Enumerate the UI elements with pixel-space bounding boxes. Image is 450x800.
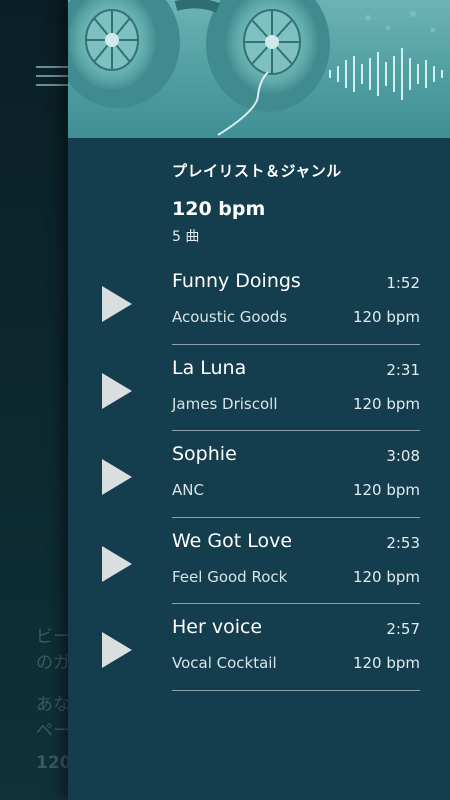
track-title: We Got Love: [172, 529, 293, 552]
play-icon[interactable]: [102, 632, 132, 668]
track-artist: James Driscoll: [172, 394, 278, 413]
track-bpm: 120 bpm: [352, 481, 420, 499]
track-bpm: 120 bpm: [352, 394, 420, 413]
track-bpm: 120 bpm: [352, 308, 420, 326]
track-artist: Feel Good Rock: [172, 567, 288, 586]
track-duration: 1:52: [386, 274, 420, 292]
background-text-line: あな: [36, 695, 70, 715]
track-item[interactable]: Her voice 2:57 Vocal Cocktail 120 bpm: [68, 604, 450, 691]
play-icon[interactable]: [102, 286, 132, 322]
background-panel: [0, 0, 68, 800]
track-title: Funny Doings: [172, 270, 301, 292]
track-artist: Acoustic Goods: [172, 308, 288, 326]
track-title: Sophie: [172, 443, 237, 465]
play-icon[interactable]: [102, 372, 132, 409]
track-item[interactable]: Sophie 3:08 ANC 120 bpm: [68, 431, 450, 518]
background-text-line: ビー: [36, 627, 70, 647]
divider: [172, 689, 420, 691]
section-title: プレイリスト＆ジャンル: [172, 162, 342, 180]
app-screen: ビー のガ あな ペー 120 プレイリスト＆ジャンル 120 bpm 5 曲 …: [0, 0, 450, 800]
track-artist: Vocal Cocktail: [172, 654, 277, 672]
track-item[interactable]: Funny Doings 1:52 Acoustic Goods 120 bpm: [68, 258, 450, 345]
headphones-image: [68, 0, 450, 138]
background-text-line: 120: [36, 753, 72, 773]
track-item[interactable]: We Got Love 2:53 Feel Good Rock 120 bpm: [68, 518, 450, 604]
track-title: Her voice: [172, 616, 263, 638]
playlist-name: 120 bpm: [172, 198, 266, 220]
play-icon[interactable]: [102, 545, 132, 582]
playlist-track-count: 5 曲: [172, 229, 200, 245]
track-duration: 2:53: [386, 533, 420, 552]
track-duration: 3:08: [386, 447, 420, 465]
navigation-drawer: プレイリスト＆ジャンル 120 bpm 5 曲 Funny Doings 1:5…: [68, 0, 450, 800]
track-duration: 2:31: [386, 360, 420, 379]
track-duration: 2:57: [386, 620, 420, 638]
track-item[interactable]: La Luna 2:31 James Driscoll 120 bpm: [68, 345, 450, 431]
track-bpm: 120 bpm: [352, 654, 420, 672]
hamburger-menu-icon[interactable]: [36, 64, 72, 88]
track-title: La Luna: [172, 356, 247, 379]
track-bpm: 120 bpm: [352, 567, 420, 586]
play-icon[interactable]: [102, 459, 132, 495]
track-artist: ANC: [172, 481, 204, 499]
background-text-line: ペー: [36, 721, 70, 741]
background-text-line: のガ: [36, 653, 70, 673]
track-list: Funny Doings 1:52 Acoustic Goods 120 bpm…: [68, 258, 450, 691]
